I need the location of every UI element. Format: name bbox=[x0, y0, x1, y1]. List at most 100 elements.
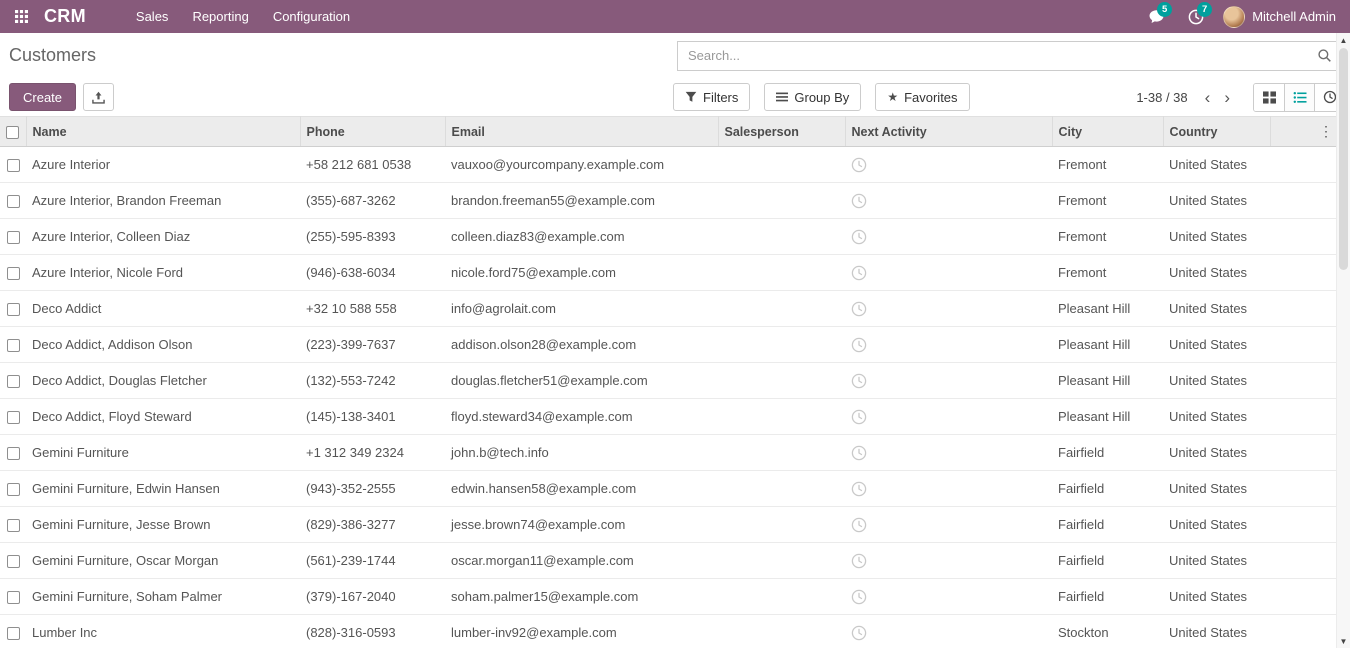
header-salesperson[interactable]: Salesperson bbox=[718, 117, 845, 147]
cell-phone[interactable]: (561)-239-1744 bbox=[300, 543, 445, 579]
cell-email[interactable]: jesse.brown74@example.com bbox=[445, 507, 718, 543]
row-checkbox[interactable] bbox=[7, 303, 20, 316]
row-checkbox-cell[interactable] bbox=[0, 327, 26, 363]
export-button[interactable] bbox=[83, 83, 114, 111]
cell-name[interactable]: Deco Addict, Addison Olson bbox=[26, 327, 300, 363]
cell-salesperson[interactable] bbox=[718, 615, 845, 648]
row-checkbox-cell[interactable] bbox=[0, 615, 26, 648]
cell-phone[interactable]: (223)-399-7637 bbox=[300, 327, 445, 363]
cell-next-activity[interactable] bbox=[845, 327, 1052, 363]
cell-email[interactable]: brandon.freeman55@example.com bbox=[445, 183, 718, 219]
row-checkbox[interactable] bbox=[7, 195, 20, 208]
cell-name[interactable]: Gemini Furniture, Soham Palmer bbox=[26, 579, 300, 615]
cell-name[interactable]: Gemini Furniture bbox=[26, 435, 300, 471]
header-email[interactable]: Email bbox=[445, 117, 718, 147]
cell-next-activity[interactable] bbox=[845, 147, 1052, 183]
cell-phone[interactable]: (829)-386-3277 bbox=[300, 507, 445, 543]
pager-next-button[interactable]: › bbox=[1217, 89, 1237, 106]
row-checkbox[interactable] bbox=[7, 411, 20, 424]
table-row[interactable]: Deco Addict, Douglas Fletcher (132)-553-… bbox=[0, 363, 1336, 399]
cell-email[interactable]: soham.palmer15@example.com bbox=[445, 579, 718, 615]
filters-button[interactable]: Filters bbox=[673, 83, 750, 111]
row-checkbox[interactable] bbox=[7, 447, 20, 460]
cell-salesperson[interactable] bbox=[718, 255, 845, 291]
cell-salesperson[interactable] bbox=[718, 183, 845, 219]
menu-sales[interactable]: Sales bbox=[124, 0, 181, 33]
table-row[interactable]: Azure Interior +58 212 681 0538 vauxoo@y… bbox=[0, 147, 1336, 183]
cell-country[interactable]: United States bbox=[1163, 543, 1270, 579]
search-button[interactable] bbox=[1309, 42, 1339, 70]
scroll-up-arrow[interactable]: ▲ bbox=[1337, 33, 1350, 47]
cell-salesperson[interactable] bbox=[718, 579, 845, 615]
row-checkbox-cell[interactable] bbox=[0, 363, 26, 399]
row-checkbox[interactable] bbox=[7, 159, 20, 172]
table-row[interactable]: Gemini Furniture, Edwin Hansen (943)-352… bbox=[0, 471, 1336, 507]
row-checkbox[interactable] bbox=[7, 231, 20, 244]
cell-email[interactable]: john.b@tech.info bbox=[445, 435, 718, 471]
cell-next-activity[interactable] bbox=[845, 471, 1052, 507]
row-checkbox[interactable] bbox=[7, 555, 20, 568]
next-activity-clock-icon[interactable] bbox=[851, 265, 867, 281]
pager-previous-button[interactable]: ‹ bbox=[1198, 89, 1218, 106]
next-activity-clock-icon[interactable] bbox=[851, 625, 867, 641]
cell-next-activity[interactable] bbox=[845, 579, 1052, 615]
cell-salesperson[interactable] bbox=[718, 507, 845, 543]
select-all-checkbox[interactable] bbox=[6, 126, 19, 139]
cell-city[interactable]: Fairfield bbox=[1052, 471, 1163, 507]
cell-next-activity[interactable] bbox=[845, 255, 1052, 291]
table-row[interactable]: Deco Addict, Addison Olson (223)-399-763… bbox=[0, 327, 1336, 363]
row-checkbox-cell[interactable] bbox=[0, 399, 26, 435]
table-row[interactable]: Deco Addict, Floyd Steward (145)-138-340… bbox=[0, 399, 1336, 435]
table-row[interactable]: Gemini Furniture +1 312 349 2324 john.b@… bbox=[0, 435, 1336, 471]
select-all-checkbox-cell[interactable] bbox=[0, 117, 26, 147]
cell-country[interactable]: United States bbox=[1163, 399, 1270, 435]
cell-country[interactable]: United States bbox=[1163, 579, 1270, 615]
cell-phone[interactable]: (828)-316-0593 bbox=[300, 615, 445, 648]
next-activity-clock-icon[interactable] bbox=[851, 337, 867, 353]
app-brand[interactable]: CRM bbox=[44, 6, 86, 27]
cell-salesperson[interactable] bbox=[718, 543, 845, 579]
row-checkbox-cell[interactable] bbox=[0, 471, 26, 507]
cell-phone[interactable]: (946)-638-6034 bbox=[300, 255, 445, 291]
cell-city[interactable]: Fremont bbox=[1052, 147, 1163, 183]
cell-city[interactable]: Fairfield bbox=[1052, 435, 1163, 471]
cell-next-activity[interactable] bbox=[845, 219, 1052, 255]
cell-phone[interactable]: (943)-352-2555 bbox=[300, 471, 445, 507]
cell-city[interactable]: Fremont bbox=[1052, 255, 1163, 291]
list-view-button[interactable] bbox=[1284, 84, 1314, 111]
search-input[interactable] bbox=[678, 48, 1309, 63]
cell-email[interactable]: lumber-inv92@example.com bbox=[445, 615, 718, 648]
cell-country[interactable]: United States bbox=[1163, 147, 1270, 183]
cell-city[interactable]: Stockton bbox=[1052, 615, 1163, 648]
cell-country[interactable]: United States bbox=[1163, 471, 1270, 507]
cell-email[interactable]: douglas.fletcher51@example.com bbox=[445, 363, 718, 399]
row-checkbox-cell[interactable] bbox=[0, 291, 26, 327]
apps-menu-icon[interactable] bbox=[8, 0, 34, 33]
cell-country[interactable]: United States bbox=[1163, 507, 1270, 543]
user-menu[interactable]: Mitchell Admin bbox=[1219, 6, 1340, 28]
cell-city[interactable]: Fairfield bbox=[1052, 579, 1163, 615]
cell-country[interactable]: United States bbox=[1163, 219, 1270, 255]
cell-salesperson[interactable] bbox=[718, 291, 845, 327]
cell-city[interactable]: Pleasant Hill bbox=[1052, 327, 1163, 363]
cell-city[interactable]: Pleasant Hill bbox=[1052, 363, 1163, 399]
favorites-button[interactable]: ★ Favorites bbox=[875, 83, 969, 111]
cell-country[interactable]: United States bbox=[1163, 291, 1270, 327]
messages-button[interactable]: 5 bbox=[1139, 0, 1173, 33]
cell-country[interactable]: United States bbox=[1163, 363, 1270, 399]
cell-city[interactable]: Pleasant Hill bbox=[1052, 399, 1163, 435]
next-activity-clock-icon[interactable] bbox=[851, 553, 867, 569]
row-checkbox[interactable] bbox=[7, 591, 20, 604]
cell-email[interactable]: edwin.hansen58@example.com bbox=[445, 471, 718, 507]
header-phone[interactable]: Phone bbox=[300, 117, 445, 147]
cell-email[interactable]: colleen.diaz83@example.com bbox=[445, 219, 718, 255]
table-row[interactable]: Lumber Inc (828)-316-0593 lumber-inv92@e… bbox=[0, 615, 1336, 648]
cell-city[interactable]: Fairfield bbox=[1052, 543, 1163, 579]
row-checkbox-cell[interactable] bbox=[0, 255, 26, 291]
cell-salesperson[interactable] bbox=[718, 219, 845, 255]
cell-next-activity[interactable] bbox=[845, 435, 1052, 471]
cell-email[interactable]: info@agrolait.com bbox=[445, 291, 718, 327]
cell-country[interactable]: United States bbox=[1163, 327, 1270, 363]
cell-salesperson[interactable] bbox=[718, 471, 845, 507]
cell-salesperson[interactable] bbox=[718, 363, 845, 399]
